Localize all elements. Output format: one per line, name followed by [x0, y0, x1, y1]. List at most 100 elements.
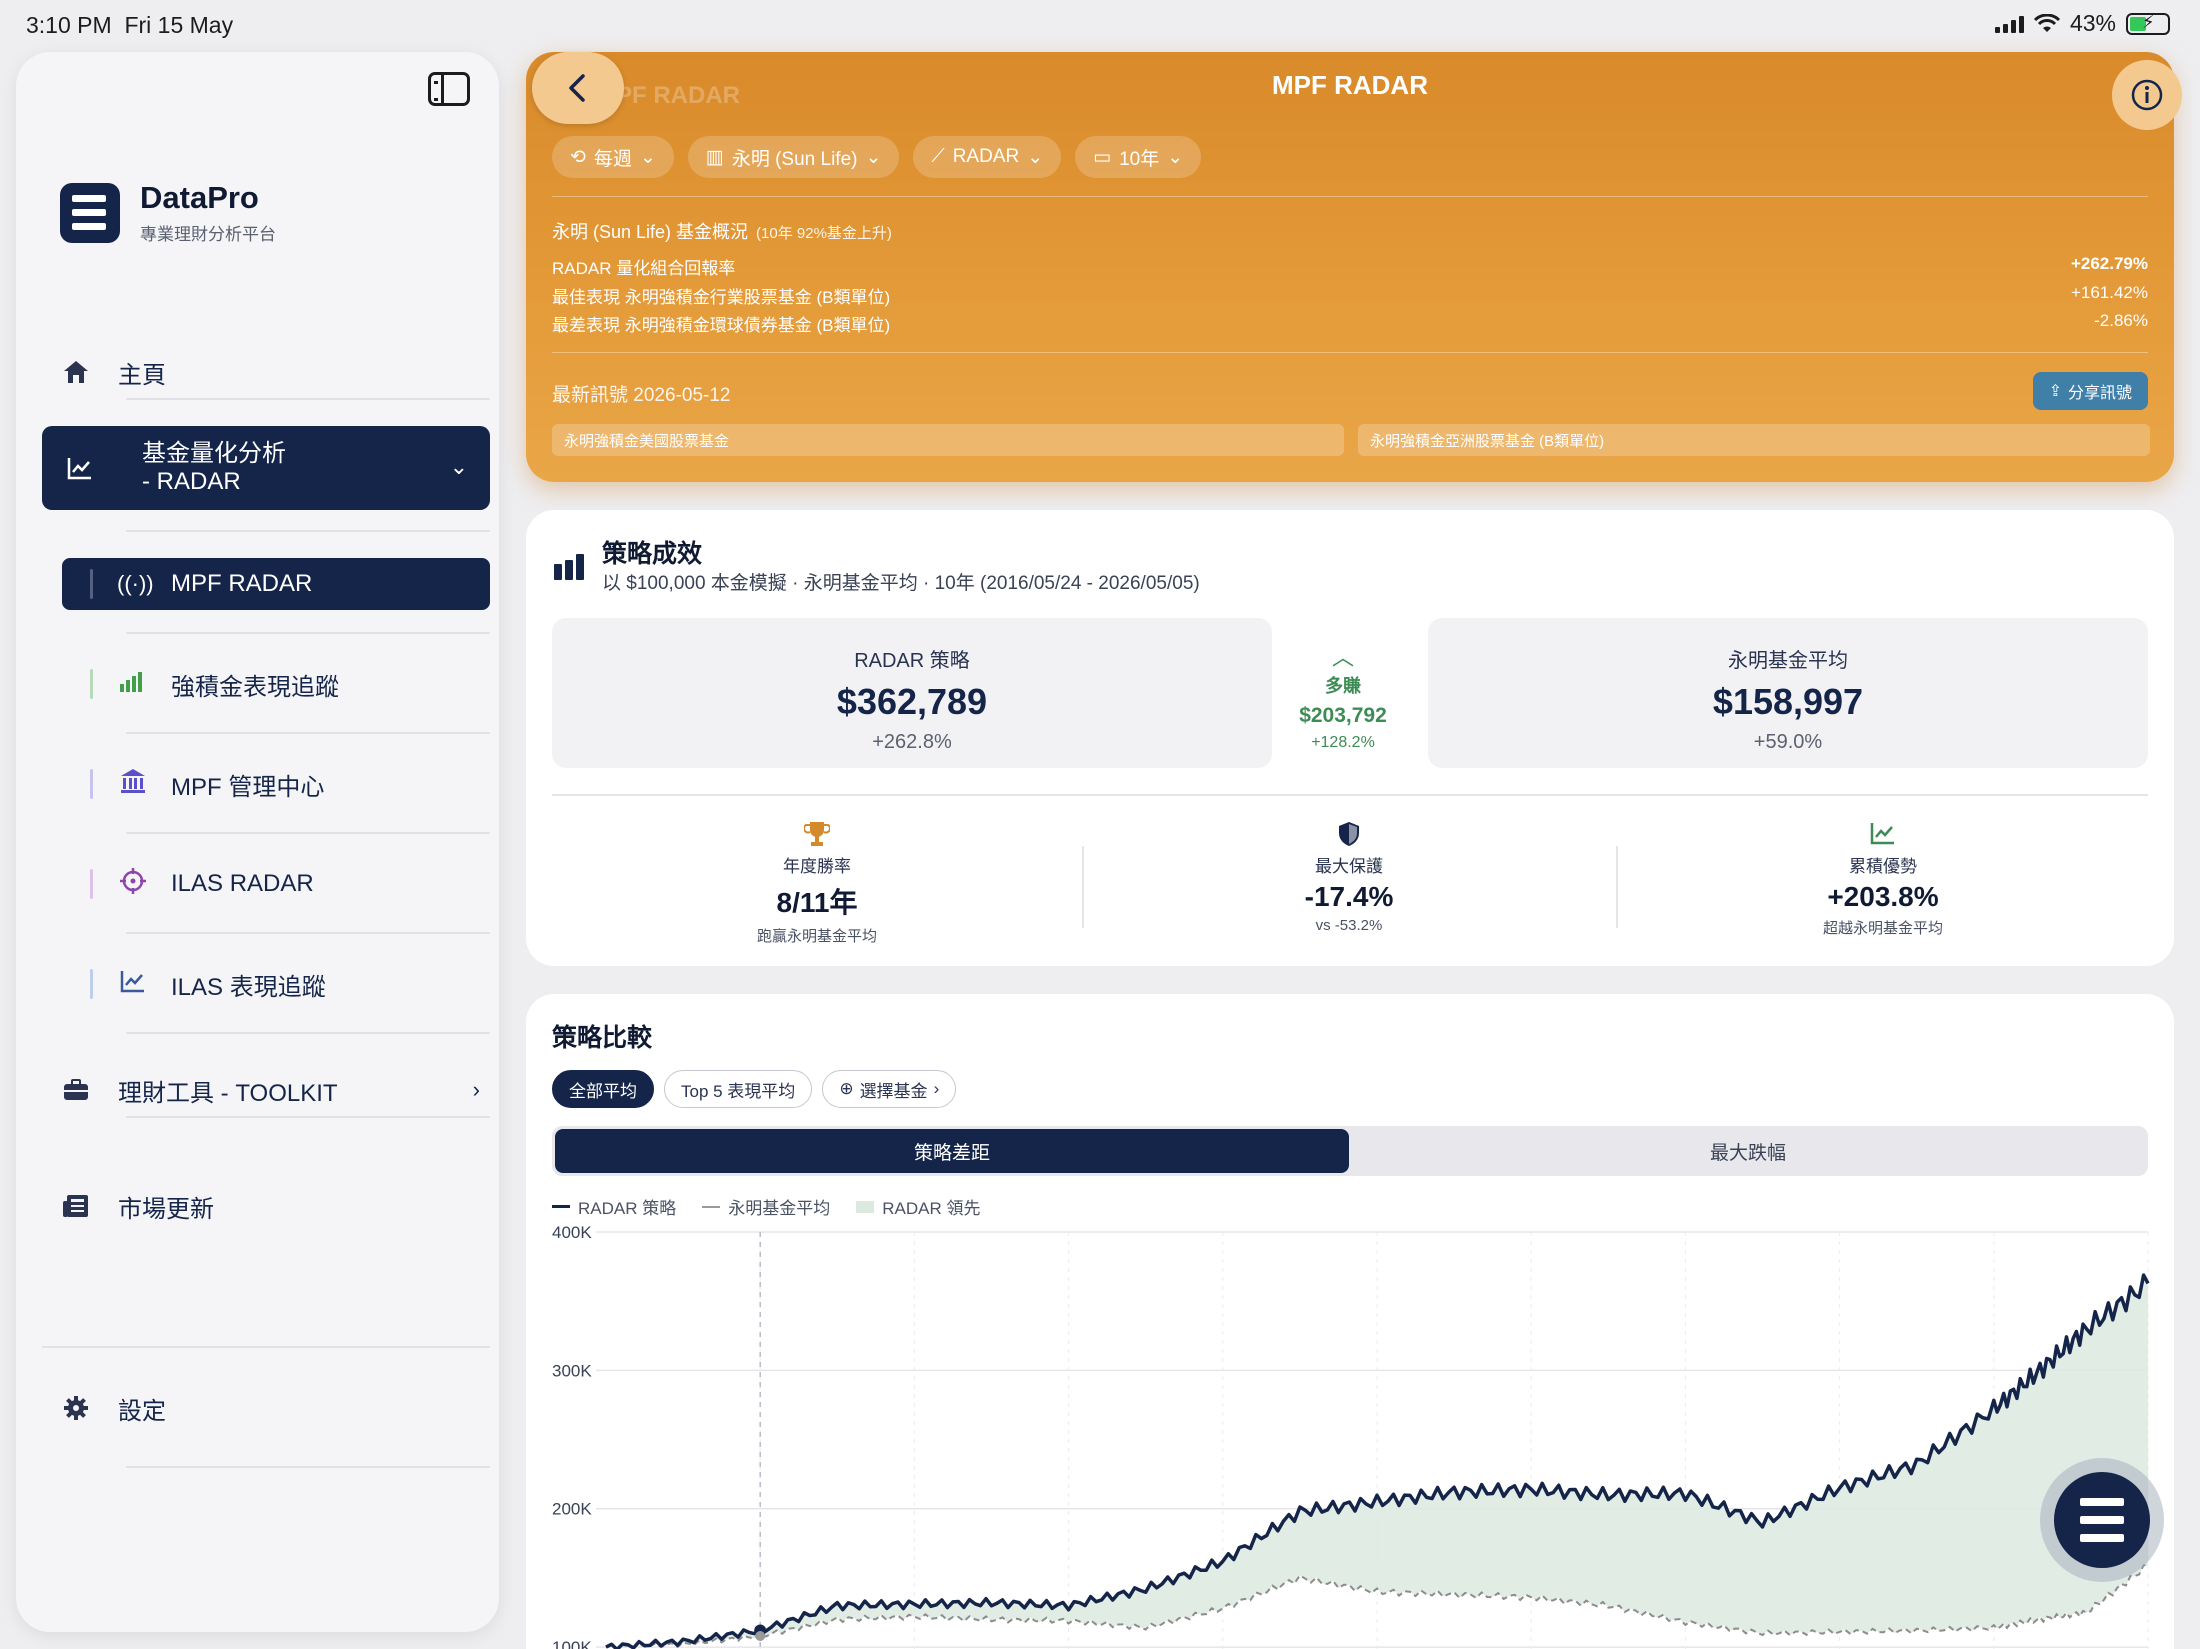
status-bar: 3:10 PM Fri 15 May 43% ⚡ — [0, 0, 2200, 52]
sidebar-item-market[interactable]: 市場更新 — [60, 1176, 214, 1236]
sidebar-item-ilas-radar[interactable]: ILAS RADAR — [62, 858, 490, 910]
chevron-down-icon: ⌄ — [639, 146, 656, 168]
history-icon: ⟲ — [570, 146, 586, 168]
overview-row: 最佳表現 永明強積金行業股票基金 (B類單位) +161.42% — [552, 283, 2148, 307]
share-signal-button[interactable]: ⇪ 分享訊號 — [2032, 372, 2148, 410]
section-title: 策略成效 — [602, 540, 703, 568]
trophy-icon — [552, 820, 1082, 850]
strategy-chart: 100K 200K 300K 400K — [552, 1223, 2150, 1649]
brand-logo — [60, 182, 120, 243]
strategy-chip[interactable]: ⟋ RADAR ⌄ — [913, 136, 1062, 178]
building-icon: ▥ — [705, 146, 724, 168]
filter-all-average[interactable]: 全部平均 — [552, 1070, 654, 1108]
gear-icon — [60, 1392, 92, 1424]
comparison-card: 策略比較 全部平均 Top 5 表現平均 ⊕ 選擇基金 › 策略差距 最大跌幅 RA… — [526, 994, 2174, 1649]
sidebar-item-label: 設定 — [118, 1397, 166, 1425]
newspaper-icon — [60, 1190, 92, 1222]
kpi-max-protection: 最大保護 -17.4% vs -53.2% — [1084, 820, 1614, 934]
chevron-up-icon: ︿ — [1331, 645, 1354, 670]
sidebar-item-label: 主頁 — [118, 361, 166, 389]
tab-max-drawdown[interactable]: 最大跌幅 — [1351, 1129, 2145, 1173]
cellular-icon — [1994, 15, 2024, 33]
divider — [126, 398, 490, 400]
bar-chart-icon — [117, 670, 149, 698]
share-icon: ⇪ — [2048, 383, 2062, 400]
brand: DataPro 專業理財分析平台 — [60, 180, 276, 245]
sidebar-item-mpf-radar[interactable]: ((·)) MPF RADAR — [62, 558, 490, 610]
y-tick-label: 400K — [552, 1223, 592, 1242]
battery-icon: ⚡ — [2126, 12, 2170, 35]
battery-percent: 43% — [2069, 10, 2116, 36]
filter-select-fund[interactable]: ⊕ 選擇基金 › — [822, 1070, 957, 1108]
home-icon — [60, 356, 92, 388]
overview-title: 永明 (Sun Life) 基金概況 (10年 92%基金上升) — [552, 222, 892, 242]
provider-chip[interactable]: ▥ 永明 (Sun Life) ⌄ — [687, 136, 900, 178]
kpi-win-rate: 年度勝率 8/11年 跑贏永明基金平均 — [552, 820, 1082, 946]
overview-row: 最差表現 永明強積金環球債券基金 (B類單位) -2.86% — [552, 311, 2148, 335]
calendar-icon: ▭ — [1093, 146, 1112, 168]
bank-icon — [117, 767, 149, 801]
status-icons: 43% ⚡ — [1994, 10, 2170, 37]
assistant-fab[interactable] — [2040, 1458, 2164, 1582]
period-chip[interactable]: ▭ 10年 ⌄ — [1075, 136, 1202, 178]
tab-strategy-gap[interactable]: 策略差距 — [555, 1129, 1349, 1173]
sidebar-item-toolkit[interactable]: 理財工具 - TOOLKIT › — [60, 1060, 480, 1120]
y-tick-label: 100K — [552, 1638, 592, 1649]
radar-header-card: MPF RADAR MPF RADAR ⟲ 每週 ⌄ ▥ 永明 (Sun Life) ⌄… — [526, 52, 2182, 482]
sidebar-item-settings[interactable]: 設定 — [60, 1378, 166, 1438]
sidebar-item-home[interactable]: 主頁 — [60, 342, 166, 402]
latest-signal-label: 最新訊號 2026-05-12 — [552, 385, 731, 406]
bar-chart-icon — [554, 554, 584, 580]
briefcase-icon — [60, 1074, 92, 1106]
section-subtitle: 以 $100,000 本金模擬 · 永明基金平均 · 10年 (2016/05/… — [602, 573, 1200, 594]
sidebar-item-label: 基金量化分析 - RADAR — [142, 440, 286, 495]
performance-card: 策略成效 以 $100,000 本金模擬 · 永明基金平均 · 10年 (201… — [526, 510, 2174, 966]
divider — [126, 530, 490, 532]
chart-line-icon: ⟋ — [931, 146, 945, 167]
comparison-tabs: 策略差距 最大跌幅 — [552, 1126, 2148, 1176]
section-title: 策略比較 — [552, 1024, 653, 1052]
brand-logo-icon — [2054, 1472, 2150, 1568]
comparison-filters: 全部平均 Top 5 表現平均 ⊕ 選擇基金 › — [552, 1070, 957, 1108]
brand-name: DataPro — [140, 180, 259, 215]
chevron-right-icon: › — [472, 1077, 480, 1102]
crosshair-icon — [117, 867, 149, 901]
signal-fund[interactable]: 永明強積金美國股票基金 — [552, 424, 1344, 456]
filter-top5-average[interactable]: Top 5 表現平均 — [664, 1070, 813, 1108]
y-tick-label: 300K — [552, 1361, 592, 1380]
info-button[interactable] — [2112, 60, 2182, 130]
sidebar-item-label: 市場更新 — [118, 1195, 214, 1223]
sidebar-item-radar-group[interactable]: 基金量化分析 - RADAR ⌄ — [42, 426, 490, 510]
status-time: 3:10 PM Fri 15 May — [26, 12, 234, 38]
overview-row: RADAR 量化組合回報率 +262.79% — [552, 254, 2148, 278]
chevron-down-icon: ⌄ — [865, 146, 882, 168]
sidebar-item-mpf-tracking[interactable]: 強積金表現追蹤 — [62, 658, 490, 710]
average-stat-box: 永明基金平均 $158,997 +59.0% — [1428, 618, 2148, 768]
y-tick-label: 200K — [552, 1500, 592, 1519]
chevron-right-icon: › — [933, 1079, 940, 1098]
wifi-icon — [2033, 13, 2060, 32]
sidebar: DataPro 專業理財分析平台 主頁 基金量化分析 - RADAR ⌄ ((·)… — [16, 52, 499, 1632]
brand-subtitle: 專業理財分析平台 — [140, 225, 276, 244]
sidebar-item-mpf-center[interactable]: MPF 管理中心 — [62, 758, 490, 810]
signal-fund[interactable]: 永明強積金亞洲股票基金 (B類單位) — [1358, 424, 2150, 456]
line-chart-icon — [117, 968, 149, 1000]
chevron-down-icon: ⌄ — [1167, 146, 1184, 168]
page-title: MPF RADAR — [1272, 70, 1428, 100]
filter-chips: ⟲ 每週 ⌄ ▥ 永明 (Sun Life) ⌄ ⟋ RADAR ⌄ ▭ 10年 ⌄ — [552, 136, 1202, 178]
radio-signal-icon: ((·)) — [117, 571, 154, 596]
chevron-down-icon: ⌄ — [449, 454, 468, 479]
sidebar-item-ilas-tracking[interactable]: ILAS 表現追蹤 — [62, 958, 490, 1010]
sidebar-toggle-icon[interactable] — [428, 72, 470, 106]
info-icon — [2131, 79, 2163, 111]
radar-stat-box: RADAR 策略 $362,789 +262.8% — [552, 618, 1272, 768]
chevron-down-icon: ⌄ — [1027, 146, 1044, 168]
kpi-cumulative-advantage: 累積優勢 +203.8% 超越永明基金平均 — [1618, 820, 2148, 938]
frequency-chip[interactable]: ⟲ 每週 ⌄ — [552, 136, 674, 178]
chart-line-icon — [64, 452, 96, 484]
difference-stat: ︿ 多賺 $203,792 +128.2% — [1278, 640, 1408, 752]
sidebar-item-label: 理財工具 - TOOLKIT — [118, 1079, 338, 1107]
average-point-marker — [755, 1631, 766, 1642]
shield-icon — [1084, 820, 1614, 850]
plus-circle-icon: ⊕ — [839, 1079, 854, 1098]
